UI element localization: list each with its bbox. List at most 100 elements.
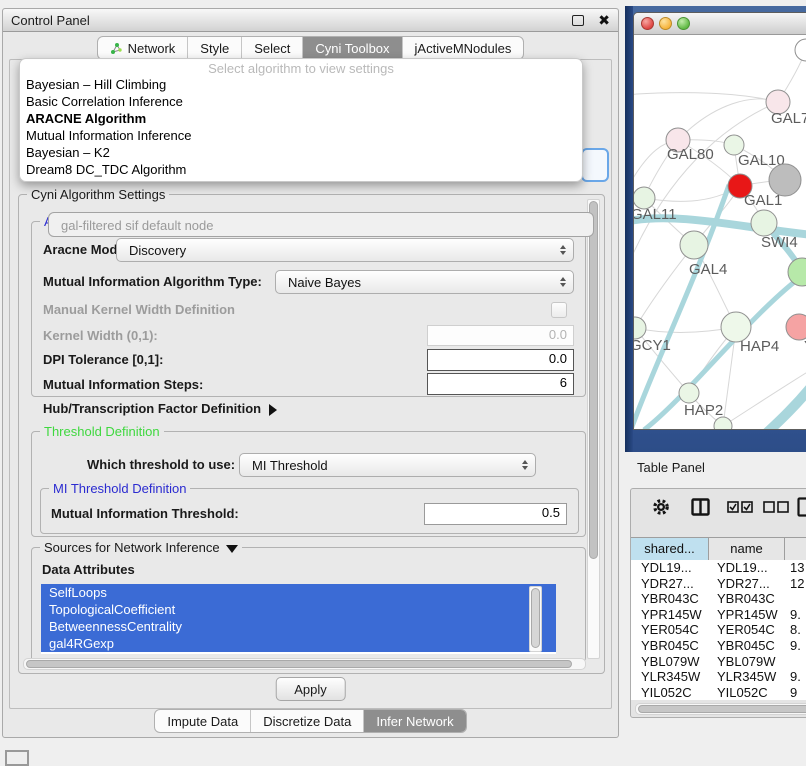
data-attributes-label: Data Attributes: [42, 562, 135, 577]
algorithm-definition-group: Algorithm Definition Aracne Mode: Discov…: [31, 221, 586, 397]
node-label: HAP4: [740, 338, 779, 355]
apply-button[interactable]: Apply: [275, 677, 346, 701]
minimized-panel-icon[interactable]: [5, 750, 29, 766]
network-node-gal4[interactable]: [680, 231, 708, 259]
tab-jactivemnodules[interactable]: jActiveMNodules: [402, 37, 524, 59]
select-all-checkboxes-icon[interactable]: [727, 501, 753, 513]
mi-steps-field[interactable]: 6: [427, 373, 574, 395]
table-row[interactable]: YDR27...YDR27...12: [631, 576, 806, 592]
network-node-swi4[interactable]: [751, 210, 777, 236]
kernel-width-field[interactable]: 0.0: [427, 325, 574, 346]
network-window-titlebar[interactable]: [634, 13, 806, 35]
tab-discretize-data[interactable]: Discretize Data: [250, 710, 363, 732]
table-cell: YDR27...: [631, 576, 709, 592]
network-node[interactable]: [714, 417, 732, 430]
table-cell: 9.: [785, 638, 806, 654]
attribute-list-item[interactable]: SelfLoops: [41, 584, 556, 601]
network-node-gcy1[interactable]: [634, 317, 646, 339]
table-row[interactable]: YBR045CYBR045C9.: [631, 638, 806, 654]
close-icon[interactable]: ✖: [598, 15, 610, 25]
settings-gear-icon[interactable]: [651, 497, 671, 517]
stepper-arrows-icon: [560, 245, 566, 255]
table-row[interactable]: YLR345WYLR345W9.: [631, 669, 806, 685]
split-columns-icon[interactable]: [691, 498, 710, 516]
scrollbar-thumb[interactable]: [531, 588, 540, 648]
mi-threshold-field[interactable]: 0.5: [424, 503, 567, 525]
dropdown-item[interactable]: Bayesian – K2: [20, 144, 582, 161]
tab-select[interactable]: Select: [241, 37, 302, 59]
document-icon[interactable]: [797, 497, 806, 517]
tab-infer-network[interactable]: Infer Network: [363, 710, 465, 732]
network-node-hap2[interactable]: [679, 383, 699, 403]
control-panel-tabbar: NetworkStyleSelectCyni ToolboxjActiveMNo…: [3, 36, 618, 60]
column-header-name[interactable]: name: [709, 538, 785, 561]
tab-style[interactable]: Style: [187, 37, 241, 59]
dpi-tolerance-field[interactable]: 0.0: [427, 349, 574, 371]
table-cell: 9.: [785, 607, 806, 623]
attribute-list-item[interactable]: BetweennessCentrality: [41, 618, 556, 635]
network-node[interactable]: [795, 39, 806, 61]
scrollbar-thumb[interactable]: [26, 660, 572, 668]
table-cell: YIL052C: [631, 685, 709, 700]
tab-cyni-toolbox[interactable]: Cyni Toolbox: [302, 37, 401, 59]
dropdown-item[interactable]: Bayesian – Hill Climbing: [20, 76, 582, 93]
table-row[interactable]: YER054CYER054C8.: [631, 622, 806, 638]
node-label: GAL11: [634, 206, 677, 223]
table-cell: YBR043C: [631, 591, 709, 607]
collapse-down-icon: [226, 545, 238, 553]
table-cell: YLR345W: [631, 669, 709, 685]
zoom-traffic-light[interactable]: [677, 17, 690, 30]
hub-tf-expander[interactable]: Hub/Transcription Factor Definition: [43, 401, 277, 416]
table-row[interactable]: YBL079WYBL079W: [631, 654, 806, 670]
table-row[interactable]: YPR145WYPR145W9.: [631, 607, 806, 623]
attribute-list-item[interactable]: TopologicalCoefficient: [41, 601, 556, 618]
column-header-shared-name[interactable]: shared...: [631, 538, 709, 561]
dropdown-item[interactable]: Basic Correlation Inference: [20, 93, 582, 110]
stepper-arrows-icon: [522, 460, 528, 470]
dropdown-placeholder: Select algorithm to view settings: [20, 61, 582, 76]
table-cell: YER054C: [709, 622, 785, 638]
network-selector-combo[interactable]: gal-filtered sif default node: [48, 212, 594, 237]
node-label: HAP2: [684, 402, 723, 419]
table-cell: YBL079W: [709, 654, 785, 670]
scrollbar-thumb[interactable]: [638, 705, 806, 713]
which-threshold-label: Which threshold to use:: [87, 457, 235, 472]
manual-kernel-checkbox[interactable]: [551, 302, 567, 318]
scrollbar-thumb[interactable]: [589, 201, 598, 559]
table-cell: 9.: [785, 669, 806, 685]
aracne-mode-select[interactable]: Discovery: [116, 238, 574, 262]
attribute-list-item[interactable]: gal4RGexp: [41, 635, 556, 652]
mi-algorithm-type-select[interactable]: Naive Bayes: [275, 270, 574, 294]
column-header-extra[interactable]: [785, 538, 806, 561]
settings-vertical-scrollbar[interactable]: [587, 199, 600, 659]
deselect-all-checkboxes-icon[interactable]: [763, 501, 789, 513]
table-horizontal-scrollbar[interactable]: [635, 703, 806, 715]
network-node-y[interactable]: [786, 314, 806, 340]
tab-impute-data[interactable]: Impute Data: [155, 710, 250, 732]
minimize-traffic-light[interactable]: [659, 17, 672, 30]
tab-network[interactable]: Network: [98, 37, 188, 59]
which-threshold-select[interactable]: MI Threshold: [239, 453, 536, 477]
node-label: GCY1: [634, 337, 671, 354]
sources-group: Sources for Network Inference Data Attri…: [31, 547, 586, 662]
table-cell: YPR145W: [631, 607, 709, 623]
table-panel-title: Table Panel: [637, 460, 705, 475]
table-row[interactable]: YDL19...YDL19...13: [631, 560, 806, 576]
table-cell: YDL19...: [709, 560, 785, 576]
float-window-icon[interactable]: [572, 15, 584, 26]
data-attributes-list[interactable]: SelfLoopsTopologicalCoefficientBetweenne…: [41, 584, 556, 654]
table-row[interactable]: YIL052CYIL052C9: [631, 685, 806, 700]
dropdown-item[interactable]: Dream8 DC_TDC Algorithm: [20, 161, 582, 178]
dropdown-item[interactable]: ARACNE Algorithm: [20, 110, 582, 127]
settings-horizontal-scrollbar[interactable]: [23, 658, 586, 670]
table-cell: YDR27...: [709, 576, 785, 592]
close-traffic-light[interactable]: [641, 17, 654, 30]
dpi-tolerance-label: DPI Tolerance [0,1]:: [43, 352, 163, 367]
network-canvas[interactable]: GAL7GAL80GAL10GAL1GAL11SWI4GAL4GCY1HAP4Y…: [634, 35, 806, 430]
table-row[interactable]: YBR043CYBR043C: [631, 591, 806, 607]
control-panel-titlebar[interactable]: Control Panel ✖: [3, 9, 618, 32]
group-title: Sources for Network Inference: [40, 540, 242, 555]
dropdown-item[interactable]: Mutual Information Inference: [20, 127, 582, 144]
attributes-scrollbar[interactable]: [529, 586, 542, 652]
network-view-area: GAL7GAL80GAL10GAL1GAL11SWI4GAL4GCY1HAP4Y…: [625, 6, 806, 452]
